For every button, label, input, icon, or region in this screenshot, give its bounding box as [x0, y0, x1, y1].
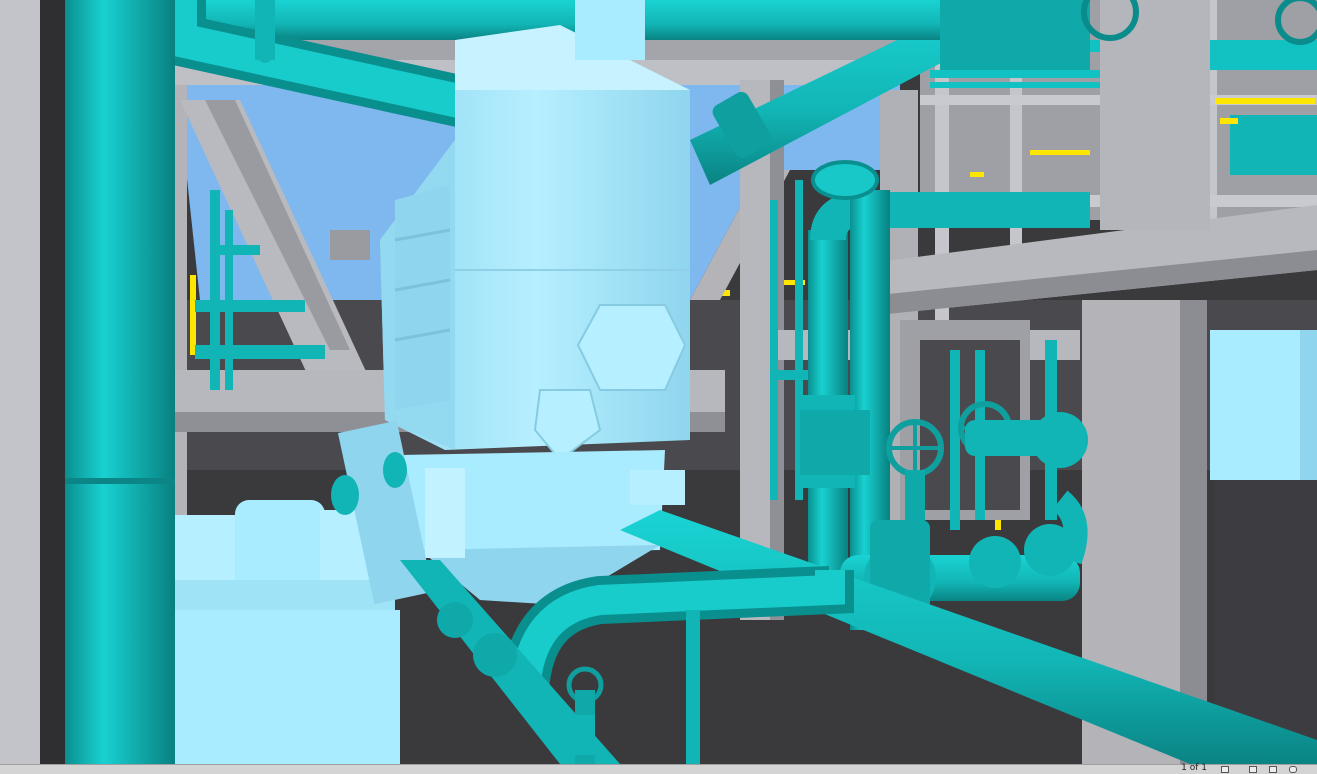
main-vertical-pipe	[65, 0, 175, 764]
lock-icon[interactable]	[1289, 766, 1297, 773]
page-indicator: 1 of 1	[1181, 763, 1207, 773]
print-icon[interactable]	[1269, 766, 1277, 773]
status-bar: 1 of 1	[0, 763, 1317, 774]
page-icon[interactable]	[1249, 766, 1257, 773]
3d-model-viewport[interactable]	[0, 0, 1317, 764]
nav-prev-icon[interactable]	[1221, 766, 1229, 773]
